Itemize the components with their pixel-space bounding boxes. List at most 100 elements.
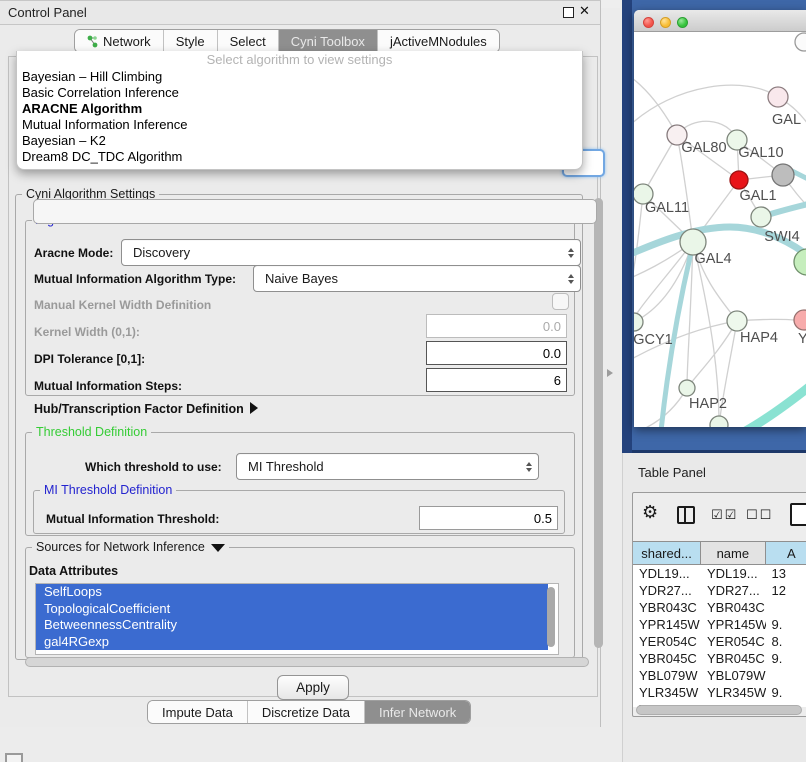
node-gal4-label: GAL4: [694, 251, 731, 267]
node-hap4-label: HAP4: [740, 330, 778, 346]
kernel-width-input[interactable]: [426, 314, 567, 338]
node-hap4[interactable]: [727, 311, 747, 331]
apply-button[interactable]: Apply: [277, 675, 349, 700]
attribute-list-item[interactable]: BetweennessCentrality: [36, 617, 548, 634]
kernel-width-label: Kernel Width (0,1):: [34, 325, 140, 339]
collapsed-panel-icon[interactable]: [5, 753, 23, 762]
dpi-tolerance-input[interactable]: [426, 341, 567, 365]
table-row[interactable]: YLR345WYLR345W9.: [633, 684, 806, 701]
dropdown-item[interactable]: Mutual Information Inference: [17, 117, 582, 133]
hub-definition-label: Hub/Transcription Factor Definition: [34, 402, 244, 416]
dropdown-prompt: Select algorithm to view settings: [17, 51, 582, 69]
document-icon[interactable]: [790, 503, 806, 526]
node-salmon[interactable]: [794, 310, 806, 330]
table-cell: YBL079W: [701, 667, 766, 684]
aracne-mode-label: Aracne Mode:: [34, 246, 113, 260]
column-header[interactable]: shared...: [633, 542, 701, 564]
attribute-list-item[interactable]: TopologicalCoefficient: [36, 601, 548, 618]
attribute-list-item[interactable]: SelfLoops: [36, 584, 548, 601]
settings-horizontal-scrollbar[interactable]: [25, 657, 589, 668]
list-scrollbar[interactable]: [547, 587, 555, 647]
close-icon[interactable]: ✕: [579, 3, 590, 19]
mac-close-button[interactable]: [643, 17, 654, 28]
table-row[interactable]: YBL079WYBL079W: [633, 667, 806, 684]
bottom-tab-impute-data[interactable]: Impute Data: [148, 701, 248, 723]
gear-icon[interactable]: ⚙: [642, 502, 658, 523]
tab-network[interactable]: Network: [75, 30, 164, 52]
combo-arrows-icon: [526, 462, 532, 472]
node-partial-bottom[interactable]: [710, 416, 728, 427]
which-threshold-combo[interactable]: MI Threshold: [236, 453, 539, 480]
settings-vertical-scrollbar[interactable]: [593, 195, 604, 655]
table-header-row: shared...nameA: [633, 541, 806, 565]
dropdown-item[interactable]: Bayesian – K2: [17, 133, 582, 149]
network-graph[interactable]: GALGAL80GAL10GAL1GAL11SWI4GAL4GCY1HAP4YH…: [634, 31, 806, 427]
table-horizontal-scrollbar[interactable]: [636, 705, 802, 715]
mac-zoom-button[interactable]: [677, 17, 688, 28]
table-cell: YLR345W: [633, 684, 701, 701]
tab-select[interactable]: Select: [218, 30, 279, 52]
node-partial-top[interactable]: [795, 33, 806, 51]
table-cell: 8.: [766, 633, 806, 650]
table-row[interactable]: YPR145WYPR145W9.: [633, 616, 806, 633]
dropdown-item[interactable]: Dream8 DC_TDC Algorithm: [17, 149, 582, 165]
table-cell: YDR27...: [633, 582, 701, 599]
hub-definition-toggle[interactable]: Hub/Transcription Factor Definition: [34, 402, 258, 416]
mac-minimize-button[interactable]: [660, 17, 671, 28]
table-row[interactable]: YER054CYER054C8.: [633, 633, 806, 650]
dropdown-item[interactable]: Bayesian – Hill Climbing: [17, 69, 582, 85]
manual-kernel-checkbox[interactable]: [552, 293, 569, 310]
tab-jactivemnodules[interactable]: jActiveMNodules: [378, 30, 499, 52]
sources-group-label: Sources for Network Inference: [36, 540, 205, 554]
data-attributes-list[interactable]: SelfLoopsTopologicalCoefficientBetweenne…: [35, 583, 559, 655]
select-all-checkboxes-icon[interactable]: ☑☑: [711, 507, 738, 523]
dropdown-item[interactable]: Basic Correlation Inference: [17, 85, 582, 101]
node-gray[interactable]: [772, 164, 794, 186]
control-panel-titlebar: Control Panel ✕: [0, 1, 600, 25]
bottom-tab-infer-network[interactable]: Infer Network: [365, 701, 470, 723]
table-row[interactable]: YDL19...YDL19...13: [633, 565, 806, 582]
table-panel-box: ⚙ ☑☑ ☐☐ shared...nameA YDL19...YDL19...1…: [632, 492, 806, 717]
table-cell: YBR045C: [701, 650, 766, 667]
node-gal-top[interactable]: [768, 87, 788, 107]
attribute-list-item[interactable]: gal4RGexp: [36, 634, 548, 651]
mi-steps-input[interactable]: [426, 368, 567, 392]
aracne-mode-combo[interactable]: Discovery: [121, 239, 581, 266]
table-row[interactable]: YBR043CYBR043C: [633, 599, 806, 616]
float-window-icon[interactable]: [563, 7, 574, 18]
node-hap2-label: HAP2: [689, 396, 727, 412]
network-window-titlebar: [634, 10, 806, 32]
deselect-all-checkboxes-icon[interactable]: ☐☐: [746, 507, 773, 523]
node-hap2[interactable]: [679, 380, 695, 396]
node-gcy1[interactable]: [634, 313, 643, 331]
split-columns-icon[interactable]: [677, 506, 695, 524]
table-cell: YBR043C: [701, 599, 766, 616]
bottom-tab-discretize-data[interactable]: Discretize Data: [248, 701, 365, 723]
tab-cyni-toolbox[interactable]: Cyni Toolbox: [279, 30, 378, 52]
table-cell: YPR145W: [701, 616, 766, 633]
node-swi4[interactable]: [751, 207, 771, 227]
column-header[interactable]: A: [766, 542, 806, 564]
manual-kernel-label: Manual Kernel Width Definition: [34, 298, 211, 312]
node-gcy1-label: GCY1: [634, 332, 673, 348]
table-row[interactable]: YDR27...YDR27...12: [633, 582, 806, 599]
node-swi4-label: SWI4: [764, 229, 799, 245]
mi-type-combo[interactable]: Naive Bayes: [253, 265, 581, 292]
bottom-tabstrip: Impute DataDiscretize DataInfer Network: [147, 700, 471, 724]
table-cell: [766, 599, 806, 616]
table-cell: [766, 667, 806, 684]
tab-style[interactable]: Style: [164, 30, 218, 52]
sources-group-toggle[interactable]: Sources for Network Inference: [32, 540, 229, 554]
mi-threshold-definition-label: MI Threshold Definition: [40, 483, 176, 497]
tab-label: Style: [176, 34, 205, 49]
column-header[interactable]: name: [701, 542, 766, 564]
dropdown-item[interactable]: ARACNE Algorithm: [17, 101, 582, 117]
mi-threshold-input[interactable]: [419, 506, 558, 530]
table-row[interactable]: YBR045CYBR045C9.: [633, 650, 806, 667]
tab-label: Select: [230, 34, 266, 49]
node-attribute-table: shared...nameA YDL19...YDL19...13YDR27..…: [633, 541, 806, 707]
node-gal1[interactable]: [730, 171, 748, 189]
node-green-right[interactable]: [794, 249, 806, 275]
screenshot-stage: Control Panel ✕ Network Style Select Cyni T…: [0, 0, 806, 762]
combo-arrows-icon: [568, 248, 574, 258]
